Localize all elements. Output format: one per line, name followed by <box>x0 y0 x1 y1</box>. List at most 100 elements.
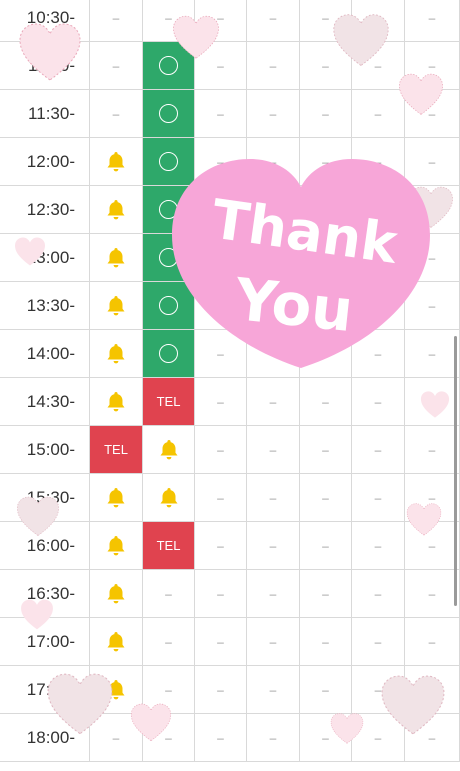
time-label: 12:00- <box>0 138 90 186</box>
heart-icon <box>330 713 364 744</box>
bell-slot[interactable] <box>143 474 195 522</box>
unavailable-slot: – <box>352 378 405 426</box>
table-row: 15:00- TEL – – – – – <box>0 426 460 474</box>
table-row: 14:30-TEL––––– <box>0 378 460 426</box>
time-label: 13:30- <box>0 282 90 330</box>
unavailable-slot: – <box>247 522 300 570</box>
unavailable-slot: – <box>143 618 195 666</box>
available-slot[interactable] <box>143 90 195 138</box>
bell-slot[interactable] <box>90 474 143 522</box>
unavailable-slot: – <box>405 618 460 666</box>
heart-icon <box>130 703 172 742</box>
unavailable-slot: – <box>352 522 405 570</box>
unavailable-slot: – <box>247 42 300 90</box>
unavailable-slot: – <box>405 570 460 618</box>
unavailable-slot: – <box>300 618 352 666</box>
thank-you-sticker: Thank You <box>172 159 430 368</box>
bell-slot[interactable] <box>90 234 143 282</box>
unavailable-slot: – <box>300 570 352 618</box>
tel-slot[interactable]: TEL <box>143 378 195 426</box>
unavailable-slot: – <box>195 522 247 570</box>
unavailable-slot: – <box>300 522 352 570</box>
heart-icon <box>381 675 445 735</box>
scrollbar[interactable] <box>454 336 457 606</box>
unavailable-slot: – <box>90 0 143 42</box>
bell-icon <box>104 246 128 270</box>
time-label: 12:30- <box>0 186 90 234</box>
bell-icon <box>157 438 181 462</box>
unavailable-slot: – <box>352 618 405 666</box>
heart-icon <box>15 237 45 266</box>
unavailable-slot: – <box>247 426 300 474</box>
bell-icon <box>104 582 128 606</box>
unavailable-slot: – <box>247 474 300 522</box>
bell-slot[interactable] <box>90 282 143 330</box>
heart-icon <box>19 23 81 81</box>
bell-slot[interactable] <box>90 378 143 426</box>
unavailable-slot: – <box>247 618 300 666</box>
unavailable-slot: – <box>195 378 247 426</box>
bell-icon <box>104 342 128 366</box>
bell-icon <box>104 294 128 318</box>
unavailable-slot: – <box>90 42 143 90</box>
unavailable-slot: – <box>352 474 405 522</box>
unavailable-slot: – <box>405 426 460 474</box>
table-row: 15:30- – – – – – <box>0 474 460 522</box>
heart-icon <box>21 599 53 630</box>
unavailable-slot: – <box>195 426 247 474</box>
unavailable-slot: – <box>90 90 143 138</box>
time-label: 11:30- <box>0 90 90 138</box>
unavailable-slot: – <box>195 714 247 762</box>
unavailable-slot: – <box>352 426 405 474</box>
bell-slot[interactable] <box>90 618 143 666</box>
tel-slot[interactable]: TEL <box>90 426 143 474</box>
unavailable-slot: – <box>247 90 300 138</box>
bell-slot[interactable] <box>90 186 143 234</box>
heart-icon <box>333 14 389 67</box>
unavailable-slot: – <box>247 378 300 426</box>
time-label: 14:00- <box>0 330 90 378</box>
unavailable-slot: – <box>300 378 352 426</box>
unavailable-slot: – <box>195 90 247 138</box>
circle-icon <box>159 104 178 123</box>
heart-icon <box>420 391 450 418</box>
unavailable-slot: – <box>195 618 247 666</box>
unavailable-slot: – <box>300 90 352 138</box>
time-label: 15:00- <box>0 426 90 474</box>
unavailable-slot: – <box>405 0 460 42</box>
unavailable-slot: – <box>300 666 352 714</box>
heart-icon <box>406 503 442 536</box>
bell-slot[interactable] <box>90 570 143 618</box>
unavailable-slot: – <box>195 570 247 618</box>
bell-icon <box>104 534 128 558</box>
unavailable-slot: – <box>195 666 247 714</box>
bell-slot[interactable] <box>90 138 143 186</box>
unavailable-slot: – <box>300 474 352 522</box>
bell-icon <box>104 198 128 222</box>
bell-slot[interactable] <box>90 330 143 378</box>
bell-icon <box>104 390 128 414</box>
table-row: 16:30- – – – – – – <box>0 570 460 618</box>
unavailable-slot: – <box>247 570 300 618</box>
schedule-grid: 10:30-–––––––11:00-––––––11:30-––––––12:… <box>0 0 460 771</box>
you-text: You <box>231 265 356 345</box>
unavailable-slot: – <box>247 714 300 762</box>
bell-icon <box>157 486 181 510</box>
bell-slot[interactable] <box>90 522 143 570</box>
heart-icon <box>173 15 219 59</box>
unavailable-slot: – <box>195 474 247 522</box>
heart-icon <box>399 73 443 115</box>
tel-slot[interactable]: TEL <box>143 522 195 570</box>
unavailable-slot: – <box>352 570 405 618</box>
heart-icon <box>47 673 113 735</box>
bell-icon <box>104 630 128 654</box>
unavailable-slot: – <box>247 0 300 42</box>
bell-slot[interactable] <box>143 426 195 474</box>
heart-icon <box>17 496 59 536</box>
unavailable-slot: – <box>247 666 300 714</box>
table-row: 11:30- – – – – – – <box>0 90 460 138</box>
table-row: 17:00- – – – – – – <box>0 618 460 666</box>
bell-icon <box>104 486 128 510</box>
unavailable-slot: – <box>143 570 195 618</box>
unavailable-slot: – <box>300 426 352 474</box>
